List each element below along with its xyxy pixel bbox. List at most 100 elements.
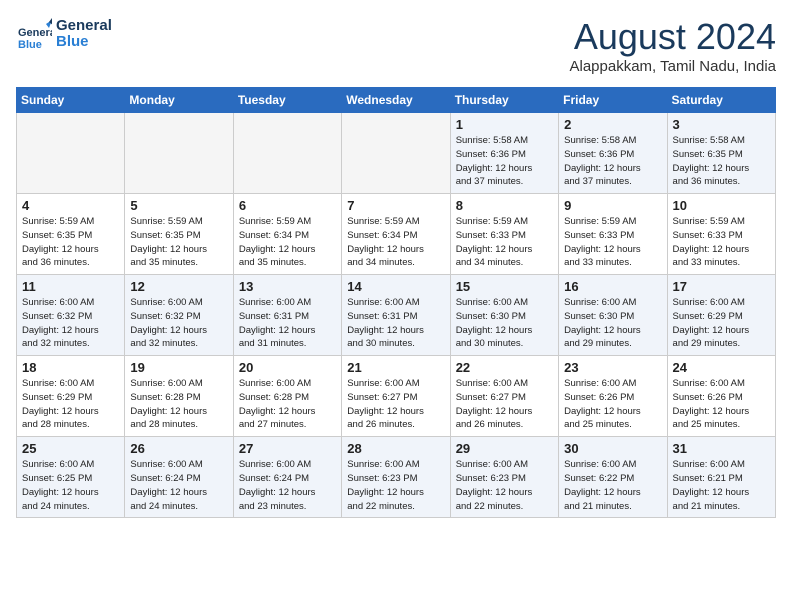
day-cell: 27 Sunrise: 6:00 AM Sunset: 6:24 PM Dayli… xyxy=(233,437,341,518)
day-number: 5 xyxy=(130,198,227,213)
day-info: Sunrise: 5:59 AM Sunset: 6:33 PM Dayligh… xyxy=(673,215,770,270)
day-number: 29 xyxy=(456,441,553,456)
day-info: Sunrise: 6:00 AM Sunset: 6:28 PM Dayligh… xyxy=(130,377,227,432)
day-cell: 21Sunrise: 6:00 AM Sunset: 6:27 PM Dayli… xyxy=(342,356,450,437)
day-info: Sunrise: 6:00 AM Sunset: 6:27 PM Dayligh… xyxy=(456,377,553,432)
day-info: Sunrise: 6:00 AM Sunset: 6:29 PM Dayligh… xyxy=(673,296,770,351)
logo: General Blue General Blue xyxy=(16,16,112,52)
day-cell xyxy=(342,113,450,194)
header-thursday: Thursday xyxy=(450,88,558,113)
location: Alappakkam, Tamil Nadu, India xyxy=(570,58,777,75)
day-info: Sunrise: 6:00 AM Sunset: 6:32 PM Dayligh… xyxy=(22,296,119,351)
day-number: 31 xyxy=(673,441,770,456)
day-info: Sunrise: 6:00 AM Sunset: 6:23 PM Dayligh… xyxy=(347,458,444,513)
header-friday: Friday xyxy=(559,88,667,113)
day-cell: 20 Sunrise: 6:00 AM Sunset: 6:28 PM Dayli… xyxy=(233,356,341,437)
week-row-3: 11 Sunrise: 6:00 AM Sunset: 6:32 PM Dayli… xyxy=(17,275,776,356)
day-number: 25 xyxy=(22,441,119,456)
day-number: 26 xyxy=(130,441,227,456)
day-info: Sunrise: 5:59 AM Sunset: 6:34 PM Dayligh… xyxy=(239,215,336,270)
day-info: Sunrise: 5:59 AM Sunset: 6:35 PM Dayligh… xyxy=(130,215,227,270)
day-info: Sunrise: 6:00 AM Sunset: 6:21 PM Dayligh… xyxy=(673,458,770,513)
day-number: 23 xyxy=(564,360,661,375)
day-number: 8 xyxy=(456,198,553,213)
day-number: 18 xyxy=(22,360,119,375)
logo-line1: General xyxy=(56,18,112,35)
day-number: 15 xyxy=(456,279,553,294)
day-number: 12 xyxy=(130,279,227,294)
day-cell: 17 Sunrise: 6:00 AM Sunset: 6:29 PM Dayli… xyxy=(667,275,775,356)
title-block: August 2024 Alappakkam, Tamil Nadu, Indi… xyxy=(570,16,777,75)
day-number: 16 xyxy=(564,279,661,294)
calendar-header-row: SundayMondayTuesdayWednesdayThursdayFrid… xyxy=(17,88,776,113)
day-cell: 29 Sunrise: 6:00 AM Sunset: 6:23 PM Dayli… xyxy=(450,437,558,518)
day-number: 24 xyxy=(673,360,770,375)
day-cell: 25 Sunrise: 6:00 AM Sunset: 6:25 PM Dayli… xyxy=(17,437,125,518)
week-row-5: 25 Sunrise: 6:00 AM Sunset: 6:25 PM Dayli… xyxy=(17,437,776,518)
day-info: Sunrise: 6:00 AM Sunset: 6:28 PM Dayligh… xyxy=(239,377,336,432)
day-info: Sunrise: 6:00 AM Sunset: 6:27 PM Dayligh… xyxy=(347,377,444,432)
month-year: August 2024 xyxy=(570,16,777,58)
day-number: 10 xyxy=(673,198,770,213)
day-cell: 2Sunrise: 5:58 AM Sunset: 6:36 PM Daylig… xyxy=(559,113,667,194)
day-info: Sunrise: 6:00 AM Sunset: 6:23 PM Dayligh… xyxy=(456,458,553,513)
day-info: Sunrise: 6:00 AM Sunset: 6:31 PM Dayligh… xyxy=(239,296,336,351)
day-cell: 19Sunrise: 6:00 AM Sunset: 6:28 PM Dayli… xyxy=(125,356,233,437)
day-cell: 14Sunrise: 6:00 AM Sunset: 6:31 PM Dayli… xyxy=(342,275,450,356)
day-info: Sunrise: 6:00 AM Sunset: 6:24 PM Dayligh… xyxy=(130,458,227,513)
day-cell: 15 Sunrise: 6:00 AM Sunset: 6:30 PM Dayli… xyxy=(450,275,558,356)
day-number: 20 xyxy=(239,360,336,375)
day-cell: 3 Sunrise: 5:58 AM Sunset: 6:35 PM Daylig… xyxy=(667,113,775,194)
day-info: Sunrise: 5:59 AM Sunset: 6:35 PM Dayligh… xyxy=(22,215,119,270)
day-info: Sunrise: 6:00 AM Sunset: 6:26 PM Dayligh… xyxy=(564,377,661,432)
day-number: 7 xyxy=(347,198,444,213)
day-info: Sunrise: 6:00 AM Sunset: 6:30 PM Dayligh… xyxy=(564,296,661,351)
week-row-1: 1 Sunrise: 5:58 AM Sunset: 6:36 PM Daylig… xyxy=(17,113,776,194)
day-cell: 18 Sunrise: 6:00 AM Sunset: 6:29 PM Dayli… xyxy=(17,356,125,437)
day-info: Sunrise: 6:00 AM Sunset: 6:24 PM Dayligh… xyxy=(239,458,336,513)
day-number: 11 xyxy=(22,279,119,294)
day-cell: 1 Sunrise: 5:58 AM Sunset: 6:36 PM Daylig… xyxy=(450,113,558,194)
day-cell xyxy=(233,113,341,194)
day-number: 30 xyxy=(564,441,661,456)
day-cell: 12 Sunrise: 6:00 AM Sunset: 6:32 PM Dayli… xyxy=(125,275,233,356)
header-monday: Monday xyxy=(125,88,233,113)
day-number: 3 xyxy=(673,117,770,132)
day-cell: 22 Sunrise: 6:00 AM Sunset: 6:27 PM Dayli… xyxy=(450,356,558,437)
day-info: Sunrise: 5:58 AM Sunset: 6:36 PM Dayligh… xyxy=(456,134,553,189)
day-cell: 31 Sunrise: 6:00 AM Sunset: 6:21 PM Dayli… xyxy=(667,437,775,518)
logo-line2: Blue xyxy=(56,34,112,51)
day-cell: 7 Sunrise: 5:59 AM Sunset: 6:34 PM Daylig… xyxy=(342,194,450,275)
day-info: Sunrise: 5:58 AM Sunset: 6:35 PM Dayligh… xyxy=(673,134,770,189)
day-cell: 30Sunrise: 6:00 AM Sunset: 6:22 PM Dayli… xyxy=(559,437,667,518)
header-wednesday: Wednesday xyxy=(342,88,450,113)
day-info: Sunrise: 6:00 AM Sunset: 6:30 PM Dayligh… xyxy=(456,296,553,351)
svg-text:General: General xyxy=(18,27,52,39)
header-tuesday: Tuesday xyxy=(233,88,341,113)
day-cell: 10 Sunrise: 5:59 AM Sunset: 6:33 PM Dayli… xyxy=(667,194,775,275)
day-info: Sunrise: 6:00 AM Sunset: 6:32 PM Dayligh… xyxy=(130,296,227,351)
day-number: 14 xyxy=(347,279,444,294)
week-row-4: 18 Sunrise: 6:00 AM Sunset: 6:29 PM Dayli… xyxy=(17,356,776,437)
day-info: Sunrise: 6:00 AM Sunset: 6:25 PM Dayligh… xyxy=(22,458,119,513)
day-cell: 28Sunrise: 6:00 AM Sunset: 6:23 PM Dayli… xyxy=(342,437,450,518)
day-cell: 23 Sunrise: 6:00 AM Sunset: 6:26 PM Dayli… xyxy=(559,356,667,437)
day-number: 4 xyxy=(22,198,119,213)
day-info: Sunrise: 6:00 AM Sunset: 6:29 PM Dayligh… xyxy=(22,377,119,432)
day-cell: 9Sunrise: 5:59 AM Sunset: 6:33 PM Daylig… xyxy=(559,194,667,275)
day-cell: 24Sunrise: 6:00 AM Sunset: 6:26 PM Dayli… xyxy=(667,356,775,437)
day-info: Sunrise: 5:59 AM Sunset: 6:34 PM Dayligh… xyxy=(347,215,444,270)
day-number: 13 xyxy=(239,279,336,294)
day-cell: 13 Sunrise: 6:00 AM Sunset: 6:31 PM Dayli… xyxy=(233,275,341,356)
day-number: 9 xyxy=(564,198,661,213)
day-info: Sunrise: 5:58 AM Sunset: 6:36 PM Dayligh… xyxy=(564,134,661,189)
day-cell: 11 Sunrise: 6:00 AM Sunset: 6:32 PM Dayli… xyxy=(17,275,125,356)
day-number: 27 xyxy=(239,441,336,456)
day-number: 22 xyxy=(456,360,553,375)
day-cell xyxy=(125,113,233,194)
day-number: 17 xyxy=(673,279,770,294)
day-cell: 4 Sunrise: 5:59 AM Sunset: 6:35 PM Daylig… xyxy=(17,194,125,275)
day-cell: 5 Sunrise: 5:59 AM Sunset: 6:35 PM Daylig… xyxy=(125,194,233,275)
day-number: 1 xyxy=(456,117,553,132)
page-header: General Blue General Blue August 2024 Al… xyxy=(16,16,776,75)
